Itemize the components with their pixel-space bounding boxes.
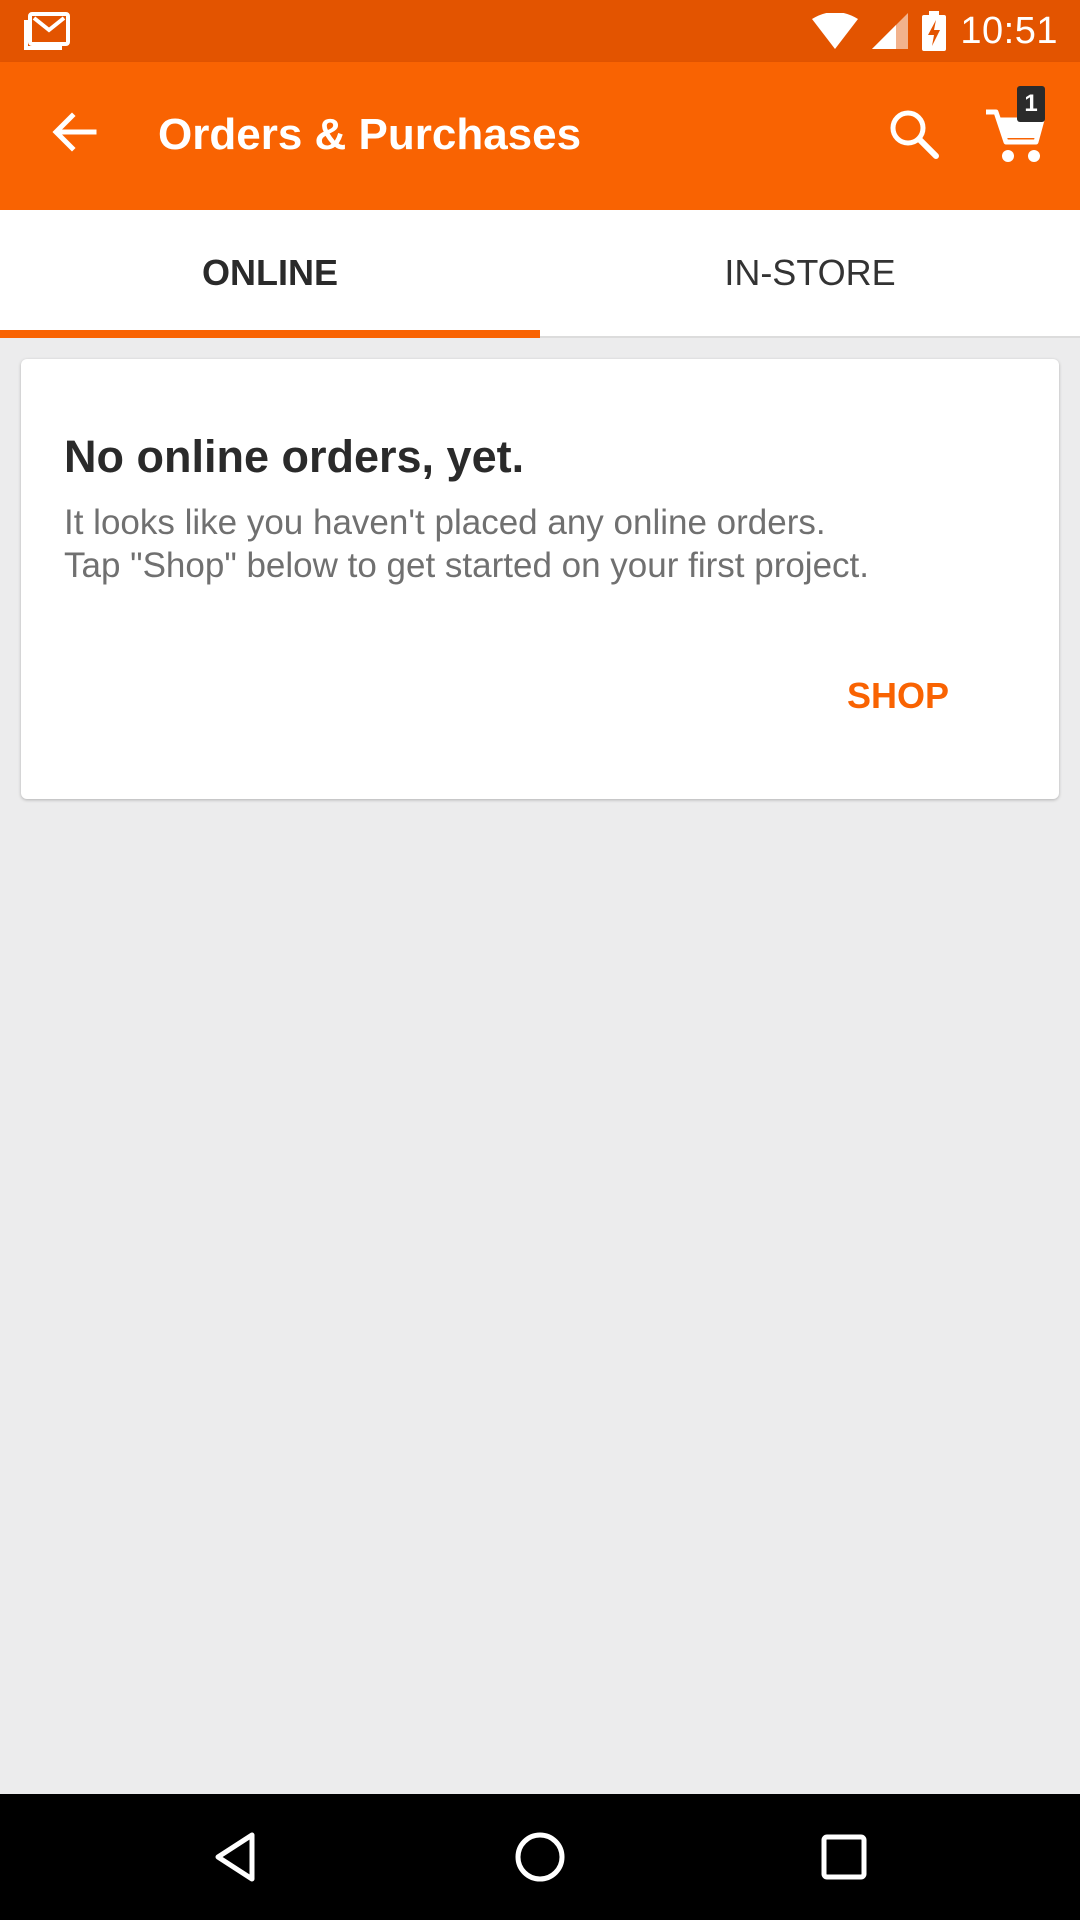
cart-count-badge: 1 — [1017, 86, 1045, 122]
empty-orders-card: No online orders, yet. It looks like you… — [21, 359, 1059, 799]
battery-charging-icon — [922, 11, 947, 51]
wifi-icon — [812, 13, 859, 49]
page-title: Orders & Purchases — [158, 110, 582, 159]
empty-state-line-1: It looks like you haven't placed any onl… — [64, 503, 826, 542]
gmail-icon — [24, 12, 70, 50]
app-bar: Orders & Purchases 1 — [0, 62, 1080, 210]
nav-back-icon[interactable] — [206, 1827, 266, 1887]
active-tab-indicator — [0, 330, 540, 338]
empty-state-message: It looks like you haven't placed any onl… — [64, 501, 1024, 587]
status-time: 10:51 — [960, 9, 1058, 52]
nav-recent-apps-icon[interactable] — [814, 1827, 874, 1887]
tab-in-store[interactable]: IN-STORE — [540, 210, 1080, 336]
nav-home-icon[interactable] — [510, 1827, 570, 1887]
tab-in-store-label: IN-STORE — [724, 252, 896, 293]
empty-state-heading: No online orders, yet. — [64, 431, 525, 482]
status-bar: 10:51 — [0, 0, 1080, 62]
empty-state-line-2: Tap "Shop" below to get started on your … — [64, 546, 869, 585]
back-arrow-icon[interactable] — [46, 104, 102, 160]
system-nav-bar — [0, 1794, 1080, 1920]
tab-online-label: ONLINE — [201, 252, 338, 293]
tab-online[interactable]: ONLINE — [0, 210, 540, 336]
tab-bar: ONLINE IN-STORE — [0, 210, 1080, 338]
signal-icon — [872, 13, 909, 49]
search-icon[interactable] — [884, 104, 944, 164]
shop-button[interactable]: SHOP — [847, 675, 949, 717]
